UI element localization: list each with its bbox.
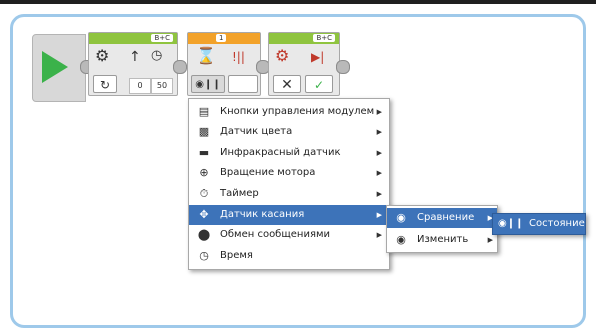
end-connector[interactable] — [336, 60, 350, 74]
menu-item-timer[interactable]: ⏱ Таймер ▶ — [189, 184, 389, 204]
submenu-arrow-icon: ▶ — [376, 169, 382, 177]
submenu-item-change[interactable]: ◉ Изменить ▶ — [387, 230, 497, 250]
wait-mode-menu: ▤ Кнопки управления модулем ▶ ▩ Датчик ц… — [188, 98, 390, 270]
menu-item-color-sensor[interactable]: ▩ Датчик цвета ▶ — [189, 122, 389, 142]
wait-block[interactable]: 1 ⌛ !|| ◉❙❙ — [187, 32, 261, 96]
submenu-arrow-icon: ▶ — [376, 231, 382, 239]
touch-sensor-submenu: ◉ Сравнение ▶ ◉ Изменить ▶ — [386, 205, 498, 253]
mode-selector-button[interactable]: ↻ — [93, 75, 117, 93]
infrared-sensor-icon: ▬ — [198, 146, 210, 159]
steering-motor-icon: ⚙ — [95, 46, 110, 65]
move-steering-block[interactable]: B+C ⚙ ↑ ◷ ↻ 0 50 — [88, 32, 178, 96]
port-selector[interactable]: 1 — [216, 34, 227, 42]
compare-icon: ◉ — [396, 211, 406, 224]
submenu-item-compare[interactable]: ◉ Сравнение ▶ — [387, 208, 497, 228]
block-connector[interactable] — [173, 60, 187, 74]
port-selector[interactable]: B+C — [313, 34, 335, 42]
submenu-arrow-icon: ▶ — [376, 108, 382, 116]
change-icon: ◉ — [396, 233, 406, 246]
bluetooth-icon: ⬤ — [197, 228, 211, 241]
off-mode-button[interactable]: ✕ — [273, 75, 301, 93]
brake-toggle[interactable]: ✓ — [305, 75, 333, 93]
stop-indicator-icon: ▶| — [311, 50, 325, 64]
menu-item-motor-rotation[interactable]: ⊕ Вращение мотора ▶ — [189, 163, 389, 183]
touch-indicator-icon: !|| — [232, 50, 245, 64]
steering-value[interactable]: 0 — [129, 78, 151, 94]
submenu-arrow-icon: ▶ — [376, 190, 382, 198]
start-block[interactable] — [32, 34, 86, 102]
color-sensor-icon: ▩ — [198, 125, 210, 138]
play-icon — [42, 51, 68, 83]
brick-buttons-icon: ▤ — [198, 105, 210, 118]
submenu-arrow-icon: ▶ — [376, 149, 382, 157]
compare-submenu-item-state[interactable]: ◉❙❙ Состояние — [492, 213, 586, 235]
port-selector[interactable]: B+C — [151, 34, 173, 42]
timer-icon: ⏱ — [199, 187, 209, 200]
hourglass-icon: ⌛ — [196, 46, 216, 65]
motor-stop-block[interactable]: B+C ⚙ ▶| ✕ ✓ — [268, 32, 340, 96]
power-value[interactable]: 50 — [151, 78, 173, 94]
time-icon: ◷ — [199, 249, 209, 262]
motor-rotation-icon: ⊕ — [199, 166, 209, 179]
menu-item-time[interactable]: ◷ Время — [189, 246, 389, 266]
wait-mode-button[interactable]: ◉❙❙ — [191, 75, 225, 93]
top-border-line — [0, 0, 596, 4]
menu-item-touch-sensor[interactable]: ✥ Датчик касания ▶ — [189, 205, 389, 225]
menu-item-infrared-sensor[interactable]: ▬ Инфракрасный датчик ▶ — [189, 143, 389, 163]
menu-item-messaging[interactable]: ⬤ Обмен сообщениями ▶ — [189, 225, 389, 245]
power-gauge-icon: ◷ — [151, 48, 163, 63]
touch-sensor-icon: ✥ — [199, 208, 209, 221]
menu-item-brick-buttons[interactable]: ▤ Кнопки управления модулем ▶ — [189, 102, 389, 122]
motor-icon: ⚙ — [275, 46, 290, 65]
submenu-arrow-icon: ▶ — [376, 128, 382, 136]
submenu-arrow-icon: ▶ — [376, 211, 382, 219]
touch-state-icon: ◉❙❙ — [498, 218, 524, 229]
wait-param-slot[interactable] — [228, 75, 258, 93]
steering-arrow-icon: ↑ — [129, 49, 141, 65]
